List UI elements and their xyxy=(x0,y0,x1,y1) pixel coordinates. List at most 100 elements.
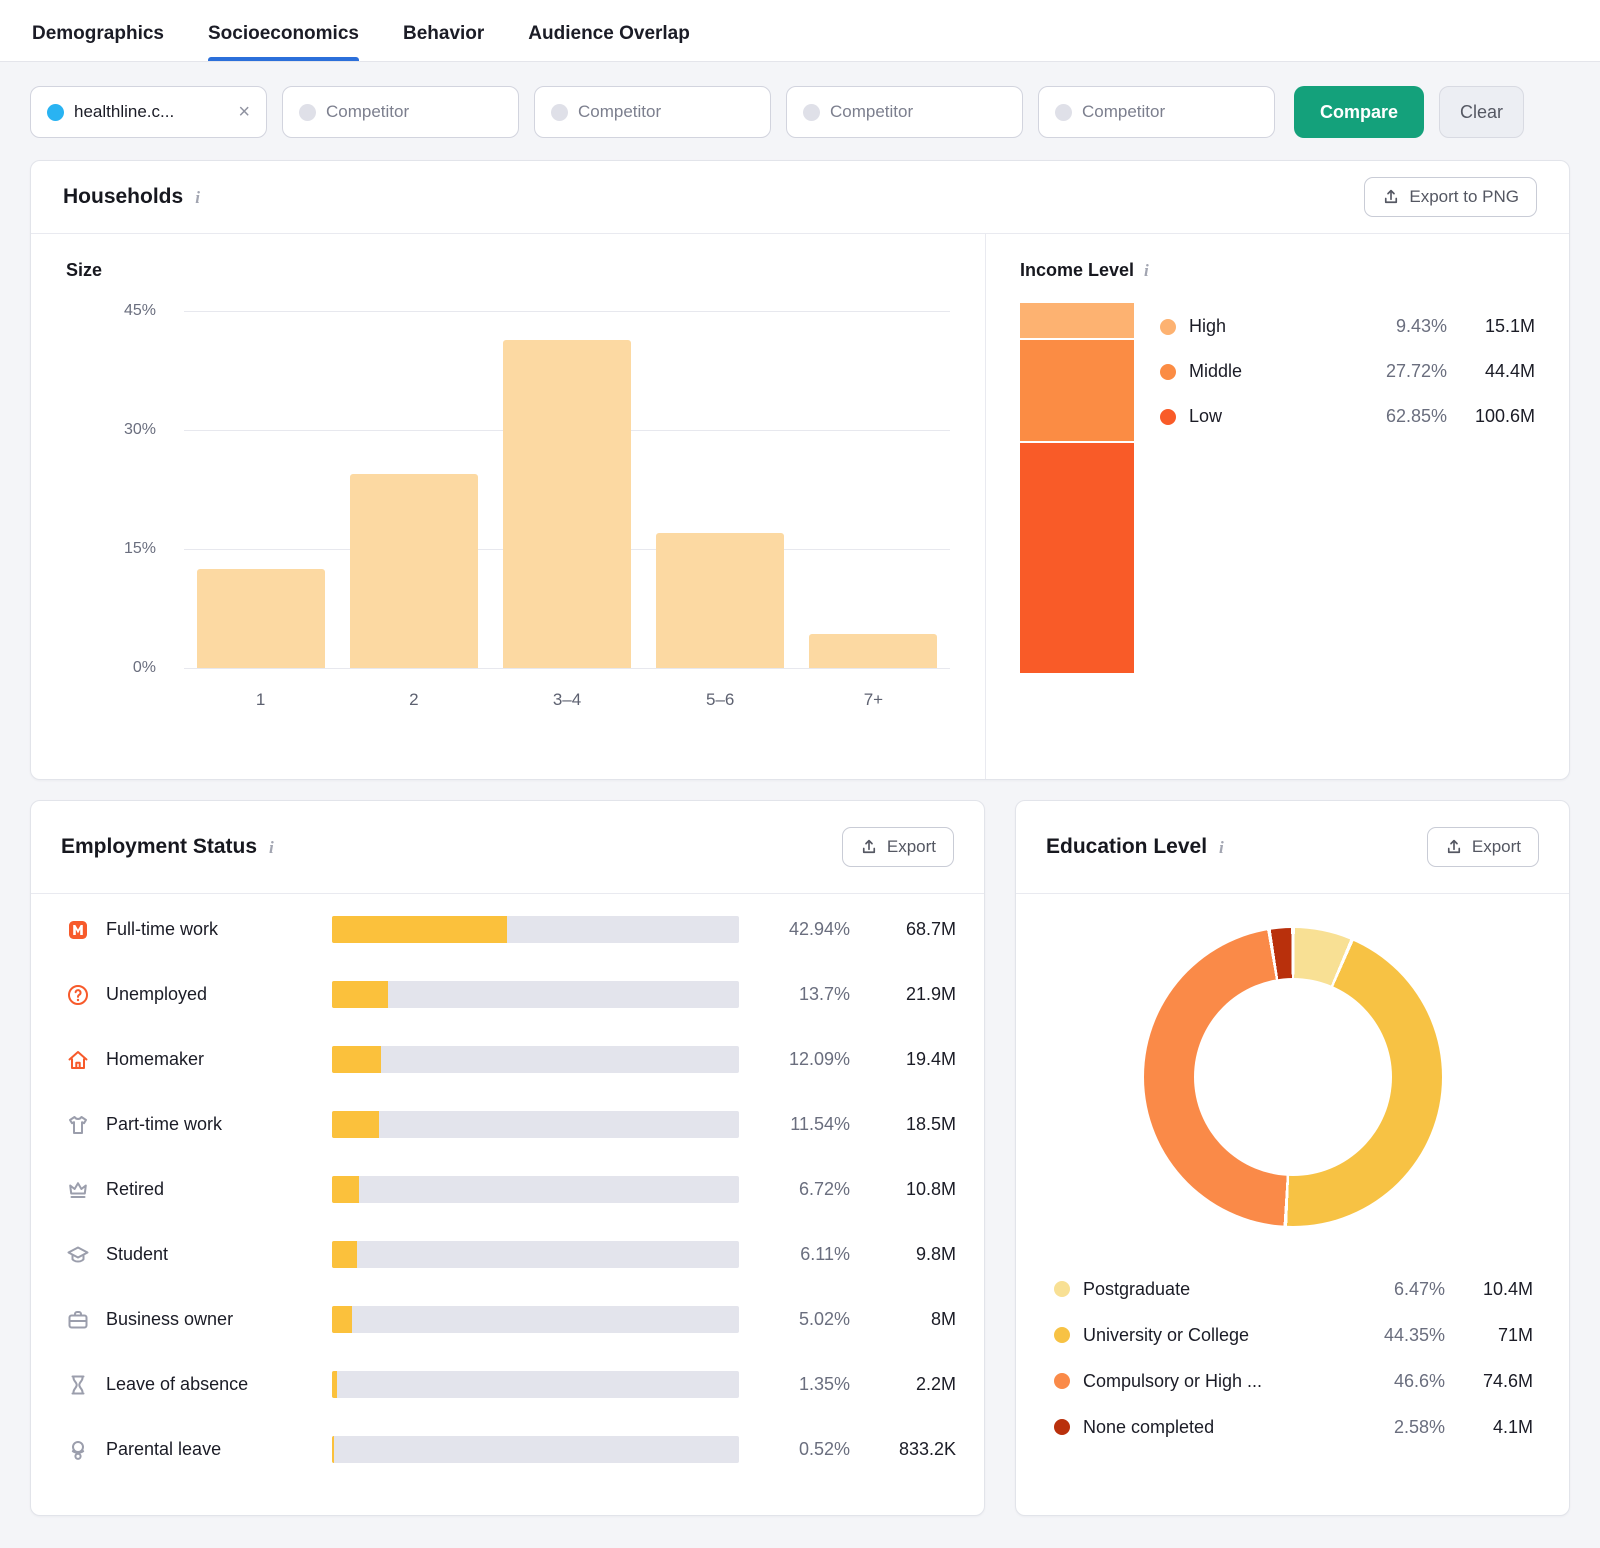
employment-percent: 0.52% xyxy=(753,1439,850,1460)
competitor-input-chip[interactable]: Competitor xyxy=(282,86,519,138)
tab-demographics[interactable]: Demographics xyxy=(32,23,164,61)
households-title: Households i xyxy=(63,185,200,209)
legend-label: None completed xyxy=(1083,1417,1353,1438)
export-to-png-button[interactable]: Export to PNG xyxy=(1364,177,1537,217)
info-icon[interactable]: i xyxy=(269,838,274,858)
size-title: Size xyxy=(66,260,950,281)
tab-socioeconomics[interactable]: Socioeconomics xyxy=(208,23,359,61)
education-donut-chart xyxy=(1144,928,1442,1226)
employment-row: Leave of absence1.35%2.2M xyxy=(66,1371,956,1398)
education-export-button[interactable]: Export xyxy=(1427,827,1539,867)
education-legend-row: Compulsory or High ...46.6%74.6M xyxy=(1054,1358,1533,1404)
placeholder-dot-icon xyxy=(299,104,316,121)
employment-label: Part-time work xyxy=(106,1114,318,1135)
employment-bar-fill xyxy=(332,981,388,1008)
education-legend-row: Postgraduate6.47%10.4M xyxy=(1054,1266,1533,1312)
size-x-tick: 2 xyxy=(337,690,490,710)
competitor-input-chip[interactable]: Competitor xyxy=(786,86,1023,138)
households-body: Size 45%30%15%0% 123–45–67+ Income Level… xyxy=(31,234,1569,779)
size-bar-1 xyxy=(197,569,325,668)
tab-behavior[interactable]: Behavior xyxy=(403,23,484,61)
chip-label: Competitor xyxy=(1082,102,1258,122)
size-bar-3–4 xyxy=(503,340,631,668)
households-header: Households i Export to PNG xyxy=(31,161,1569,234)
briefcase-icon xyxy=(66,1308,90,1332)
education-donut-wrap xyxy=(1016,894,1569,1226)
size-plot-area xyxy=(184,311,950,668)
income-stacked-bar xyxy=(1020,303,1134,673)
employment-export-button[interactable]: Export xyxy=(842,827,954,867)
chip-label: Competitor xyxy=(326,102,502,122)
legend-percent: 27.72% xyxy=(1355,361,1447,382)
clear-button[interactable]: Clear xyxy=(1439,86,1524,138)
legend-value: 44.4M xyxy=(1447,361,1535,382)
income-segment-high xyxy=(1020,303,1134,338)
legend-value: 100.6M xyxy=(1447,406,1535,427)
employment-row: Homemaker12.09%19.4M xyxy=(66,1046,956,1073)
employment-bar-track xyxy=(332,1306,739,1333)
employment-value: 2.2M xyxy=(864,1374,956,1395)
legend-percent: 62.85% xyxy=(1355,406,1447,427)
legend-percent: 46.6% xyxy=(1353,1371,1445,1392)
employment-label: Full-time work xyxy=(106,919,318,940)
employment-bar-fill xyxy=(332,1111,379,1138)
employment-percent: 1.35% xyxy=(753,1374,850,1395)
employment-bar-fill xyxy=(332,1046,381,1073)
page-content: Households i Export to PNG Size 45%30%15… xyxy=(0,160,1600,1548)
employment-row: Unemployed13.7%21.9M xyxy=(66,981,956,1008)
employment-value: 21.9M xyxy=(864,984,956,1005)
education-title: Education Level i xyxy=(1046,835,1224,859)
employment-value: 10.8M xyxy=(864,1179,956,1200)
legend-label: Low xyxy=(1189,406,1355,427)
household-size-chart: 45%30%15%0% 123–45–67+ xyxy=(66,311,950,710)
size-y-axis: 45%30%15%0% xyxy=(66,311,184,668)
tshirt-icon xyxy=(66,1113,90,1137)
chip-label: healthline.c... xyxy=(74,102,228,122)
employment-label: Unemployed xyxy=(106,984,318,1005)
chip-label: Competitor xyxy=(830,102,1006,122)
employment-bar-fill xyxy=(332,1241,357,1268)
households-title-text: Households xyxy=(63,185,183,209)
employment-row: Student6.11%9.8M xyxy=(66,1241,956,1268)
size-bar-5–6 xyxy=(656,533,784,668)
income-level-title: Income Level i xyxy=(1020,260,1535,281)
employment-percent: 6.11% xyxy=(753,1244,850,1265)
income-level-section: Income Level i High9.43%15.1MMiddle27.72… xyxy=(986,234,1569,779)
employment-value: 18.5M xyxy=(864,1114,956,1135)
info-icon[interactable]: i xyxy=(1219,838,1224,858)
employment-export-label: Export xyxy=(887,837,936,857)
remove-icon[interactable]: × xyxy=(238,102,250,122)
legend-dot-icon xyxy=(1054,1373,1070,1389)
export-icon xyxy=(1445,838,1463,856)
size-bar-slot xyxy=(797,311,950,668)
competitor-input-chip[interactable]: Competitor xyxy=(534,86,771,138)
size-bar-slot xyxy=(184,311,337,668)
employment-value: 68.7M xyxy=(864,919,956,940)
employment-percent: 42.94% xyxy=(753,919,850,940)
size-bar-slot xyxy=(644,311,797,668)
question-icon xyxy=(66,983,90,1007)
gridline xyxy=(184,668,950,669)
education-level-card: Education Level i Export Postgraduate6.4… xyxy=(1015,800,1570,1516)
legend-percent: 9.43% xyxy=(1355,316,1447,337)
legend-percent: 44.35% xyxy=(1353,1325,1445,1346)
employment-bar-track xyxy=(332,1371,739,1398)
info-icon[interactable]: i xyxy=(195,188,200,208)
households-card: Households i Export to PNG Size 45%30%15… xyxy=(30,160,1570,780)
domain-chip[interactable]: healthline.c... × xyxy=(30,86,267,138)
export-icon xyxy=(1382,188,1400,206)
compare-button[interactable]: Compare xyxy=(1294,86,1424,138)
employment-row: Full-time work 42.94% 68.7M xyxy=(66,916,956,943)
placeholder-dot-icon xyxy=(551,104,568,121)
employment-label: Business owner xyxy=(106,1309,318,1330)
education-legend: Postgraduate6.47%10.4MUniversity or Coll… xyxy=(1016,1226,1569,1450)
income-legend: High9.43%15.1MMiddle27.72%44.4MLow62.85%… xyxy=(1160,303,1535,673)
legend-value: 10.4M xyxy=(1445,1279,1533,1300)
tab-audience-overlap[interactable]: Audience Overlap xyxy=(528,23,690,61)
employment-label: Homemaker xyxy=(106,1049,318,1070)
legend-percent: 2.58% xyxy=(1353,1417,1445,1438)
info-icon[interactable]: i xyxy=(1144,261,1149,281)
competitor-input-chip[interactable]: Competitor xyxy=(1038,86,1275,138)
legend-label: Compulsory or High ... xyxy=(1083,1371,1353,1392)
income-segment-middle xyxy=(1020,340,1134,441)
